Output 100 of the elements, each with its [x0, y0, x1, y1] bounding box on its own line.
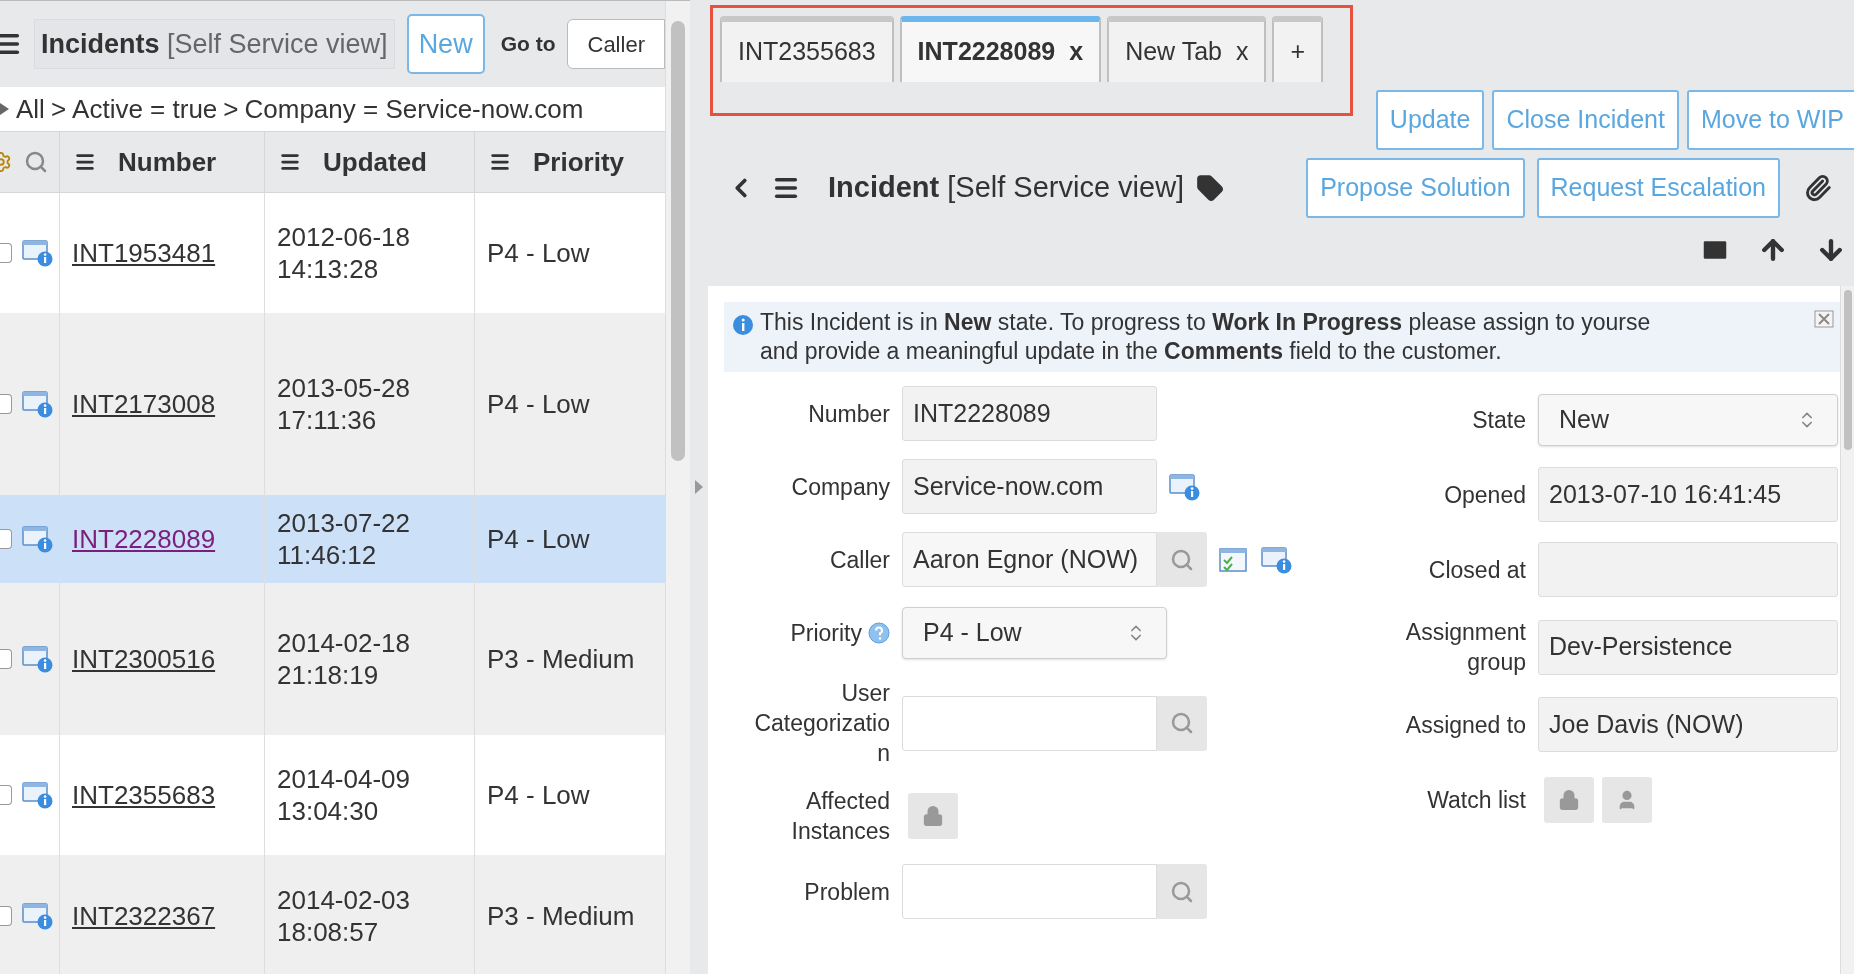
column-header[interactable]: Number — [118, 142, 217, 182]
record-info-icon[interactable] — [22, 645, 54, 673]
search-button[interactable] — [1157, 864, 1207, 919]
priority-cell-text: P3 - Medium — [487, 642, 635, 676]
row-checkbox[interactable] — [0, 243, 12, 263]
field-label: Problem — [804, 877, 890, 907]
expand-icon[interactable] — [695, 480, 703, 494]
tab[interactable]: INT2355683 — [720, 16, 894, 82]
info-card-icon[interactable] — [1261, 545, 1293, 574]
priority-cell-text: P4 - Low — [487, 778, 590, 812]
text-field[interactable] — [1538, 542, 1838, 597]
tab-close-button[interactable]: x — [1235, 33, 1249, 71]
column-header[interactable]: Priority — [533, 142, 625, 182]
select-value: P4 - Low — [923, 616, 1022, 648]
field-label: Assignment group — [1404, 618, 1526, 677]
search-icon — [1170, 547, 1194, 572]
record-info-icon[interactable] — [22, 781, 54, 809]
select-field[interactable]: P4 - Low — [902, 606, 1167, 659]
field-label: Watch list — [1427, 785, 1526, 815]
incident-link[interactable]: INT2355683 — [72, 775, 216, 815]
breadcrumb-link[interactable]: Active = true — [72, 89, 218, 129]
priority-cell-text: P4 - Low — [487, 387, 590, 421]
updated-cell-text: 2014-04-09 13:04:30 — [277, 763, 411, 827]
field-label: Assigned to — [1405, 710, 1526, 740]
text-field[interactable]: 2013-07-10 16:41:45 — [1538, 467, 1838, 522]
checklist-icon[interactable] — [1219, 546, 1249, 573]
tab[interactable]: INT2228089 x — [899, 16, 1102, 82]
help-icon[interactable] — [868, 621, 890, 644]
row-checkbox[interactable] — [0, 906, 12, 926]
incident-link[interactable]: INT2173008 — [72, 384, 216, 424]
text-field[interactable]: Joe Davis (NOW) — [1538, 697, 1838, 752]
expand-icon[interactable] — [0, 101, 10, 117]
breadcrumb-separator: > — [223, 92, 239, 126]
column-header[interactable]: Updated — [323, 142, 427, 182]
record-info-icon[interactable] — [22, 239, 54, 267]
list-row[interactable]: INT2355683 2014-04-09 13:04:30 P4 - Low — [0, 735, 665, 855]
field-label: User Categorizatio n — [753, 679, 890, 768]
list-row[interactable]: INT1953481 2012-06-18 14:13:28 P4 - Low — [0, 193, 665, 313]
list-row[interactable]: INT2322367 2014-02-03 18:08:57 P3 - Medium — [0, 855, 665, 974]
column-menu-icon[interactable] — [489, 151, 511, 173]
updated-cell-text: 2014-02-03 18:08:57 — [277, 884, 411, 948]
row-checkbox[interactable] — [0, 394, 12, 414]
goto-label: Go to — [500, 31, 556, 58]
priority-cell-text: P3 - Medium — [487, 899, 635, 933]
lock-button[interactable] — [908, 793, 958, 839]
updated-cell-text: 2013-07-22 11:46:12 — [277, 507, 411, 571]
text-field[interactable]: Service-now.com — [902, 459, 1157, 514]
incident-link[interactable]: INT2322367 — [72, 896, 216, 936]
search-button[interactable] — [1157, 695, 1207, 751]
incident-link[interactable]: INT2300516 — [72, 639, 216, 679]
search-icon — [1170, 879, 1194, 904]
search-icon[interactable] — [24, 150, 48, 174]
user-button[interactable] — [1602, 776, 1652, 823]
tab-close-button[interactable]: x — [1069, 33, 1084, 71]
row-checkbox[interactable] — [0, 529, 12, 549]
info-card-icon[interactable] — [1169, 472, 1201, 501]
reference-field[interactable]: Aaron Egnor (NOW) — [902, 532, 1157, 587]
close-icon[interactable] — [1814, 310, 1834, 328]
scrollbar[interactable] — [665, 1, 690, 974]
reference-field[interactable] — [902, 864, 1157, 919]
field-label: Closed at — [1428, 555, 1526, 585]
lock-icon — [1558, 788, 1580, 811]
tag-icon[interactable] — [1196, 174, 1225, 202]
add-tab-button[interactable]: + — [1272, 16, 1324, 82]
info-icon — [732, 314, 754, 336]
field-label: Caller — [829, 545, 890, 575]
row-checkbox[interactable] — [0, 785, 12, 805]
attachment-icon[interactable] — [1803, 174, 1832, 202]
breadcrumb-link[interactable]: Company = Service-now.com — [244, 89, 584, 129]
select-field[interactable]: New — [1538, 393, 1838, 446]
reference-field[interactable] — [902, 695, 1157, 751]
incident-link[interactable]: INT2228089 — [72, 519, 216, 559]
updated-cell-text: 2014-02-18 21:18:19 — [277, 627, 411, 691]
goto-field[interactable]: Caller — [567, 19, 665, 69]
search-button[interactable] — [1157, 532, 1207, 587]
list-row[interactable]: INT2173008 2013-05-28 17:11:36 P4 - Low — [0, 313, 665, 495]
list-row[interactable]: INT2300516 2014-02-18 21:18:19 P3 - Medium — [0, 583, 665, 735]
field-label: Opened — [1444, 480, 1526, 510]
lock-button[interactable] — [1544, 776, 1594, 823]
row-checkbox[interactable] — [0, 649, 12, 669]
incident-link[interactable]: INT1953481 — [72, 233, 216, 273]
text-field[interactable]: Dev-Persistence — [1538, 619, 1838, 675]
record-info-icon[interactable] — [22, 525, 54, 553]
list-row[interactable]: INT2228089 2013-07-22 11:46:12 P4 - Low — [0, 495, 665, 583]
breadcrumb-separator: > — [50, 92, 67, 126]
priority-cell-text: P4 - Low — [487, 522, 590, 556]
column-menu-icon[interactable] — [279, 151, 301, 173]
scrollbar[interactable] — [1840, 286, 1854, 974]
priority-cell-text: P4 - Low — [487, 236, 590, 270]
info-message: This Incident is in New state. To progress to Work In Progress please assign to yourse and provide a meaningful update in the Comments field to the customer. — [760, 308, 1651, 366]
breadcrumb-link[interactable]: All — [16, 89, 45, 129]
record-info-icon[interactable] — [22, 902, 54, 930]
search-icon — [1170, 711, 1194, 735]
column-menu-icon[interactable] — [74, 151, 96, 173]
field-label: Priority — [790, 618, 862, 648]
record-info-icon[interactable] — [22, 390, 54, 418]
tab[interactable]: New Tab x — [1107, 16, 1267, 82]
lock-icon — [922, 805, 944, 827]
text-field[interactable]: INT2228089 — [902, 386, 1157, 441]
field-label: Number — [808, 399, 890, 429]
